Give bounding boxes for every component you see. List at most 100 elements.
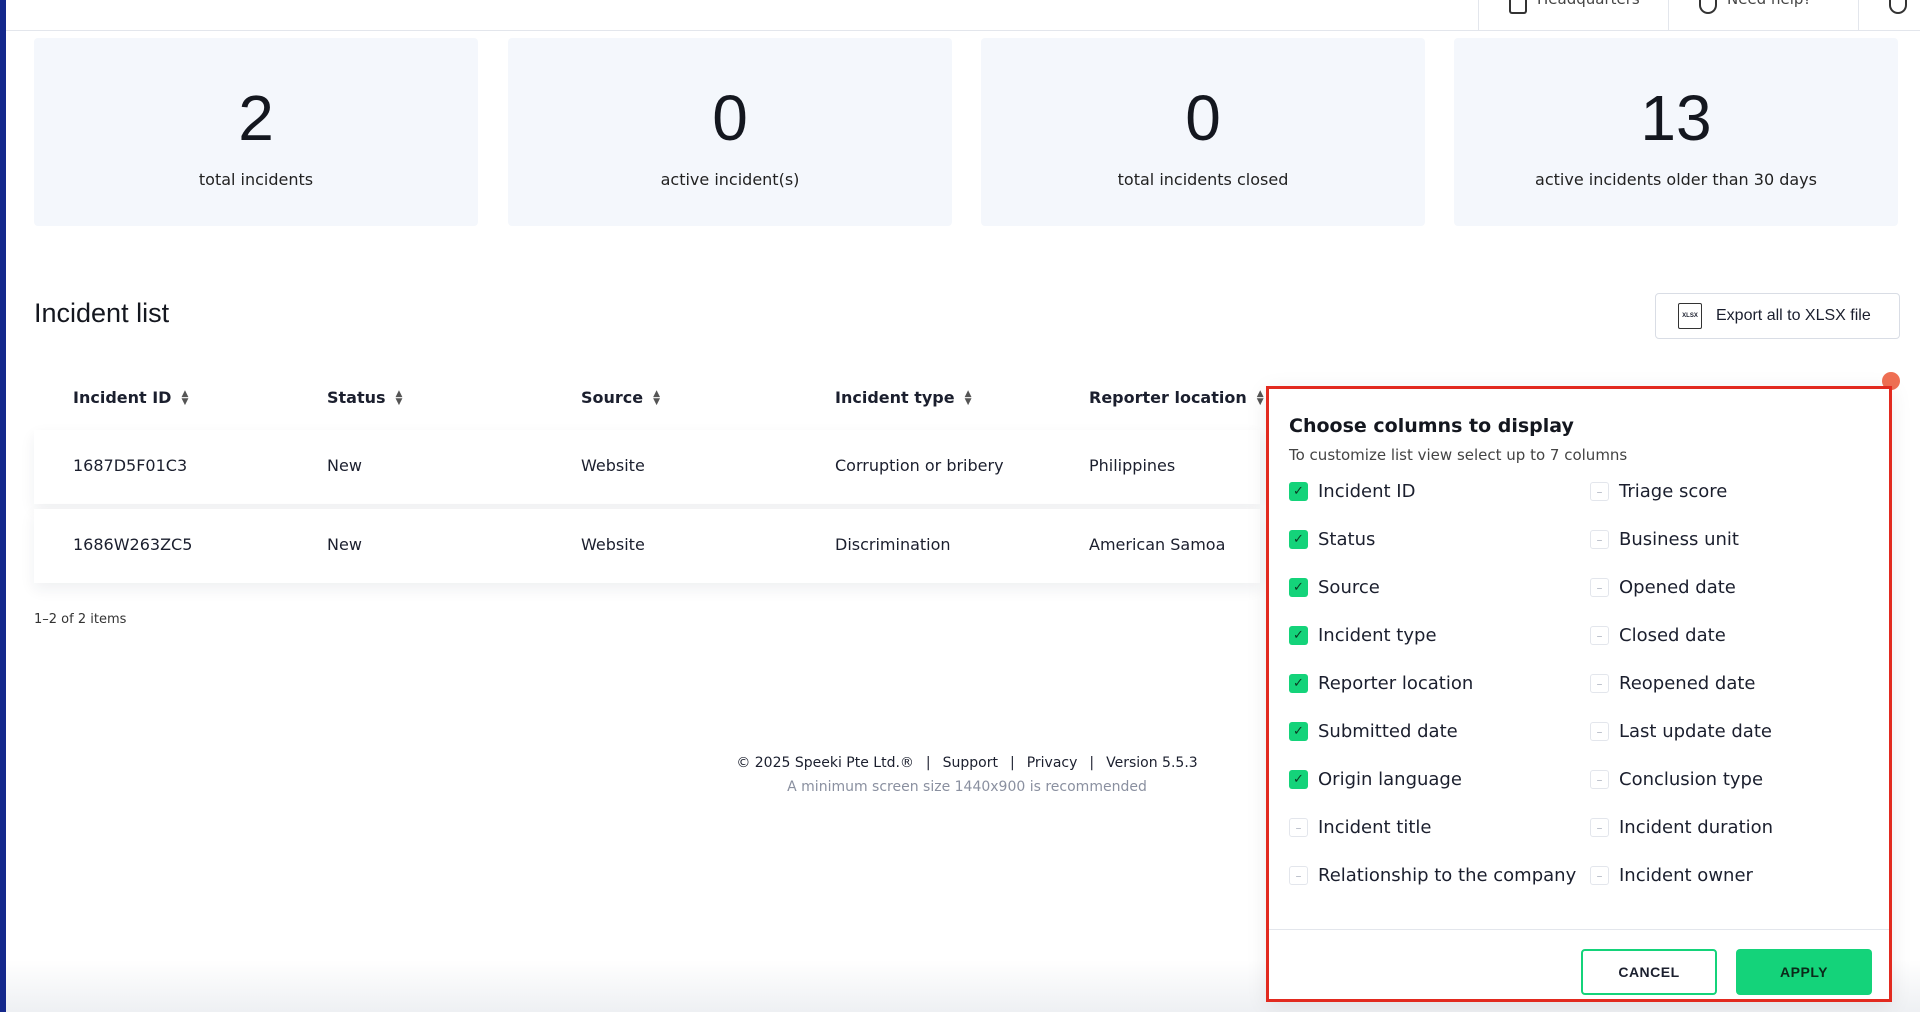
- checkbox-unchecked-icon[interactable]: –: [1590, 626, 1609, 645]
- column-option-label: Incident owner: [1619, 865, 1753, 886]
- column-option[interactable]: – Incident duration: [1590, 817, 1773, 838]
- export-xlsx-button[interactable]: XLSX Export all to XLSX file: [1655, 293, 1900, 339]
- column-option[interactable]: ✓ Submitted date: [1289, 721, 1458, 742]
- checkbox-unchecked-icon[interactable]: –: [1590, 530, 1609, 549]
- column-option[interactable]: ✓ Incident type: [1289, 625, 1437, 646]
- checkbox-checked-icon[interactable]: ✓: [1289, 578, 1308, 597]
- sort-icon[interactable]: ▲ ▼: [181, 389, 188, 406]
- sort-icon[interactable]: ▲ ▼: [1257, 389, 1264, 406]
- column-option-label: Incident title: [1318, 817, 1432, 838]
- column-label: Status: [327, 388, 386, 407]
- cell-status: New: [327, 456, 362, 475]
- checkbox-checked-icon[interactable]: ✓: [1289, 530, 1308, 549]
- column-option[interactable]: ✓ Incident ID: [1289, 481, 1415, 502]
- column-option-label: Conclusion type: [1619, 769, 1764, 790]
- checkbox-unchecked-icon[interactable]: –: [1590, 818, 1609, 837]
- column-option[interactable]: – Triage score: [1590, 481, 1727, 502]
- checkbox-checked-icon[interactable]: ✓: [1289, 722, 1308, 741]
- column-header-incident-type[interactable]: Incident type ▲ ▼: [835, 388, 972, 407]
- checkbox-unchecked-icon[interactable]: –: [1590, 482, 1609, 501]
- checkbox-unchecked-icon[interactable]: –: [1590, 578, 1609, 597]
- column-label: Source: [581, 388, 644, 407]
- cell-status: New: [327, 535, 362, 554]
- stat-value: 2: [238, 82, 274, 154]
- checkbox-checked-icon[interactable]: ✓: [1289, 770, 1308, 789]
- footer-separator: |: [1089, 755, 1095, 771]
- column-option[interactable]: – Relationship to the company: [1289, 865, 1576, 886]
- user-menu[interactable]: [1858, 0, 1920, 31]
- column-option-label: Opened date: [1619, 577, 1736, 598]
- table-row[interactable]: 1686W263ZC5 New Website Discrimination A…: [34, 509, 1260, 583]
- footer: © 2025 Speeki Pte Ltd.® | Support | Priv…: [690, 755, 1244, 795]
- column-option-label: Submitted date: [1318, 721, 1458, 742]
- checkbox-unchecked-icon[interactable]: –: [1590, 770, 1609, 789]
- help-icon: [1699, 0, 1717, 14]
- column-option[interactable]: – Reopened date: [1590, 673, 1756, 694]
- column-option[interactable]: ✓ Source: [1289, 577, 1380, 598]
- apply-button[interactable]: APPLY: [1736, 949, 1872, 995]
- pagination-summary: 1–2 of 2 items: [34, 612, 127, 627]
- panel-subtitle: To customize list view select up to 7 co…: [1289, 446, 1628, 464]
- column-label: Reporter location: [1089, 388, 1247, 407]
- column-label: Incident ID: [73, 388, 172, 407]
- sort-icon[interactable]: ▲ ▼: [653, 389, 660, 406]
- export-label: Export all to XLSX file: [1716, 307, 1871, 324]
- stat-label: active incident(s): [660, 170, 800, 189]
- column-option[interactable]: ✓ Reporter location: [1289, 673, 1473, 694]
- cancel-button[interactable]: CANCEL: [1581, 949, 1717, 995]
- stat-total-incidents: 2 total incidents: [34, 38, 478, 226]
- location-selector[interactable]: Headquarters: [1478, 0, 1668, 31]
- panel-divider: [1269, 929, 1889, 930]
- cell-incident-type: Discrimination: [835, 535, 951, 554]
- sort-icon[interactable]: ▲ ▼: [965, 389, 972, 406]
- page-title: Incident list: [34, 298, 170, 328]
- building-icon: [1509, 0, 1527, 14]
- footer-separator: |: [1009, 755, 1015, 771]
- column-option[interactable]: – Opened date: [1590, 577, 1736, 598]
- privacy-link[interactable]: Privacy: [1027, 755, 1078, 771]
- column-option-label: Closed date: [1619, 625, 1726, 646]
- checkbox-unchecked-icon[interactable]: –: [1289, 818, 1308, 837]
- column-option[interactable]: ✓ Origin language: [1289, 769, 1462, 790]
- column-header-status[interactable]: Status ▲ ▼: [327, 388, 402, 407]
- stat-value: 0: [712, 82, 748, 154]
- panel-title: Choose columns to display: [1289, 415, 1574, 437]
- column-option[interactable]: – Incident owner: [1590, 865, 1753, 886]
- column-label: Incident type: [835, 388, 955, 407]
- stat-label: total incidents: [198, 170, 314, 189]
- sort-icon[interactable]: ▲ ▼: [396, 389, 403, 406]
- column-option[interactable]: – Closed date: [1590, 625, 1726, 646]
- column-header-reporter-location[interactable]: Reporter location ▲ ▼: [1089, 388, 1264, 407]
- column-header-source[interactable]: Source ▲ ▼: [581, 388, 660, 407]
- column-option[interactable]: ✓ Status: [1289, 529, 1375, 550]
- column-option[interactable]: – Business unit: [1590, 529, 1739, 550]
- checkbox-checked-icon[interactable]: ✓: [1289, 674, 1308, 693]
- help-label: Need help?: [1727, 0, 1811, 8]
- stat-old-incidents: 13 active incidents older than 30 days: [1454, 38, 1898, 226]
- checkbox-unchecked-icon[interactable]: –: [1590, 722, 1609, 741]
- column-option-label: Status: [1318, 529, 1376, 550]
- table-row[interactable]: 1687D5F01C3 New Website Corruption or br…: [34, 430, 1260, 504]
- cell-incident-id[interactable]: 1687D5F01C3: [73, 456, 187, 475]
- cell-source: Website: [581, 535, 645, 554]
- stat-value: 0: [1185, 82, 1221, 154]
- cell-incident-id[interactable]: 1686W263ZC5: [73, 535, 192, 554]
- support-link[interactable]: Support: [943, 755, 998, 771]
- column-option-label: Incident type: [1318, 625, 1437, 646]
- checkbox-unchecked-icon[interactable]: –: [1590, 674, 1609, 693]
- cell-incident-type: Corruption or bribery: [835, 456, 1004, 475]
- column-option[interactable]: – Incident title: [1289, 817, 1432, 838]
- column-option-label: Incident ID: [1318, 481, 1416, 502]
- help-button[interactable]: Need help?: [1668, 0, 1858, 31]
- checkbox-unchecked-icon[interactable]: –: [1289, 866, 1308, 885]
- column-option[interactable]: – Last update date: [1590, 721, 1772, 742]
- column-option-label: Reopened date: [1619, 673, 1756, 694]
- copyright-text: © 2025 Speeki Pte Ltd.®: [736, 755, 914, 771]
- column-option[interactable]: – Conclusion type: [1590, 769, 1763, 790]
- cell-reporter-location: American Samoa: [1089, 535, 1226, 554]
- checkbox-checked-icon[interactable]: ✓: [1289, 482, 1308, 501]
- checkbox-unchecked-icon[interactable]: –: [1590, 866, 1609, 885]
- version-text: Version 5.5.3: [1106, 755, 1198, 771]
- checkbox-checked-icon[interactable]: ✓: [1289, 626, 1308, 645]
- column-header-incident-id[interactable]: Incident ID ▲ ▼: [73, 388, 188, 407]
